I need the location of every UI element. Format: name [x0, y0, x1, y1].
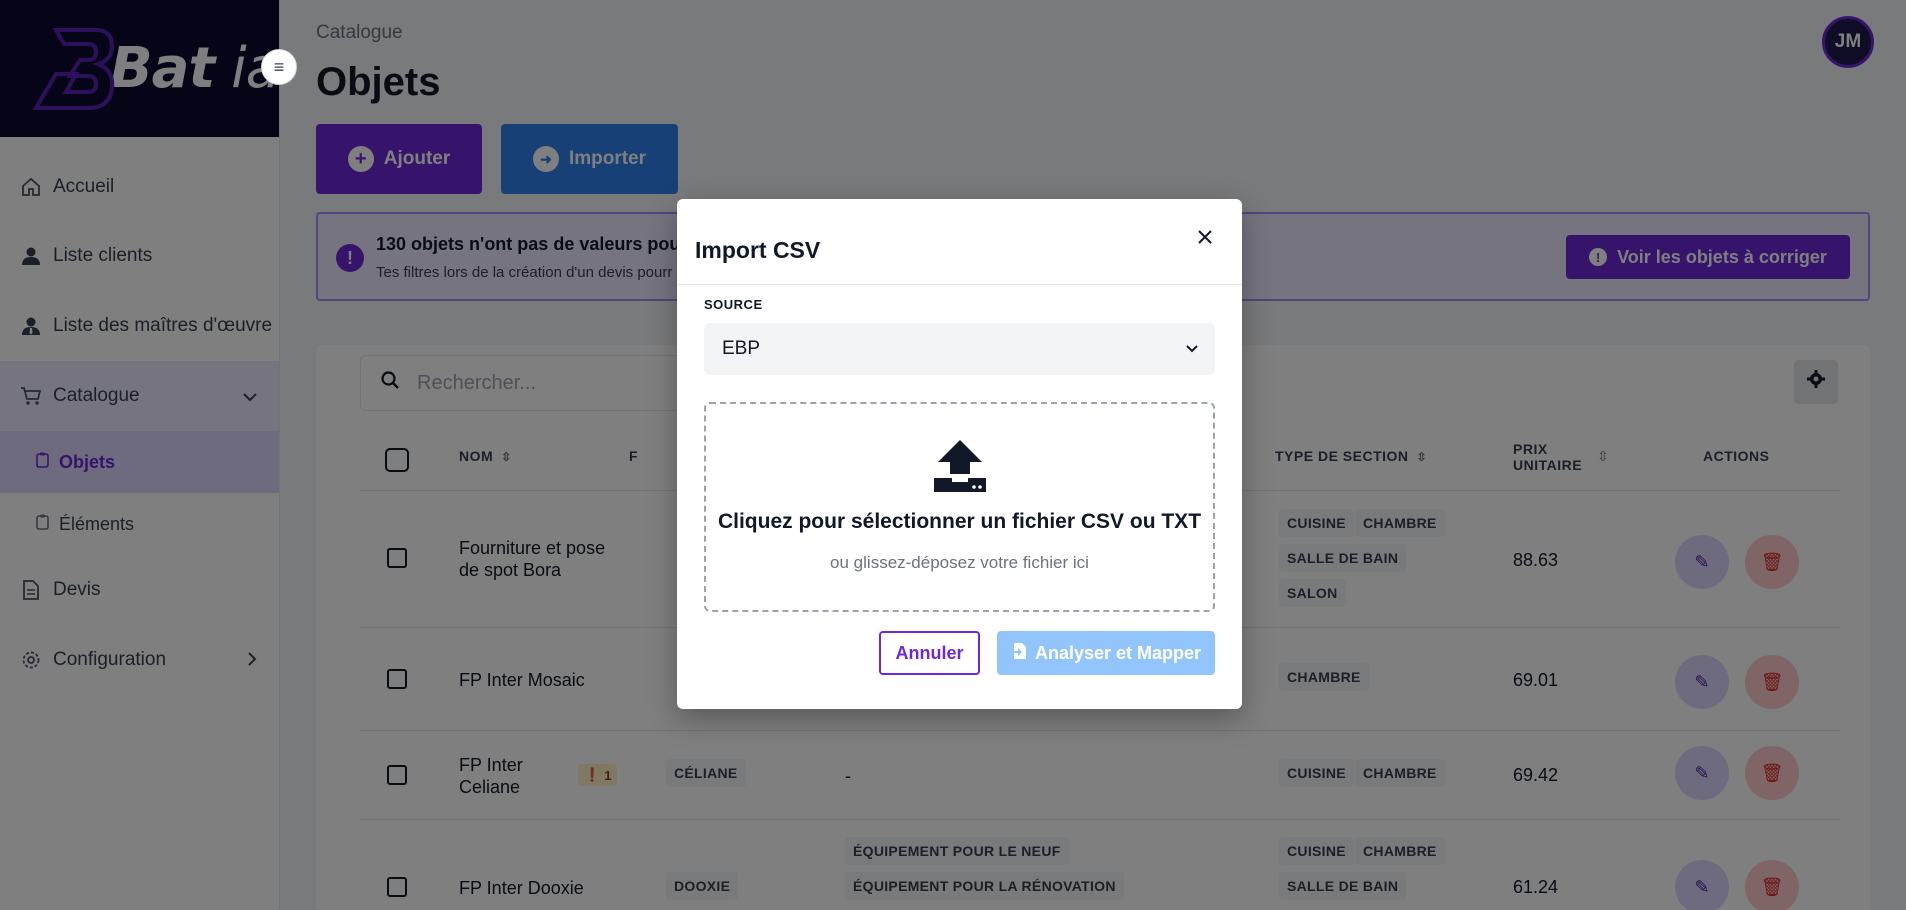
modal-title: Import CSV [695, 237, 821, 263]
upload-icon [934, 440, 986, 492]
dropzone-title: Cliquez pour sélectionner un fichier CSV… [717, 510, 1202, 533]
sidebar-toggle-button[interactable]: ≡ [261, 49, 297, 85]
file-dropzone[interactable]: Cliquez pour sélectionner un fichier CSV… [704, 402, 1215, 612]
close-icon [1197, 221, 1213, 252]
cancel-button[interactable]: Annuler [879, 631, 980, 675]
analyze-and-map-button[interactable]: Analyser et Mapper [997, 631, 1215, 675]
menu-icon: ≡ [273, 56, 285, 77]
close-button[interactable] [1190, 221, 1220, 251]
source-label: SOURCE [704, 297, 763, 312]
modal-divider [677, 284, 1242, 285]
chevron-down-icon [1185, 341, 1199, 357]
dropzone-subtitle: ou glissez-déposez votre fichier ici [830, 553, 1089, 572]
source-select[interactable]: EBP [704, 323, 1215, 375]
import-csv-modal: Import CSV SOURCE EBP Cliquez pour sélec… [677, 199, 1242, 709]
source-select-value: EBP [722, 338, 761, 359]
analyze-button-label: Analyser et Mapper [1034, 642, 1202, 663]
file-import-icon [1010, 642, 1027, 665]
